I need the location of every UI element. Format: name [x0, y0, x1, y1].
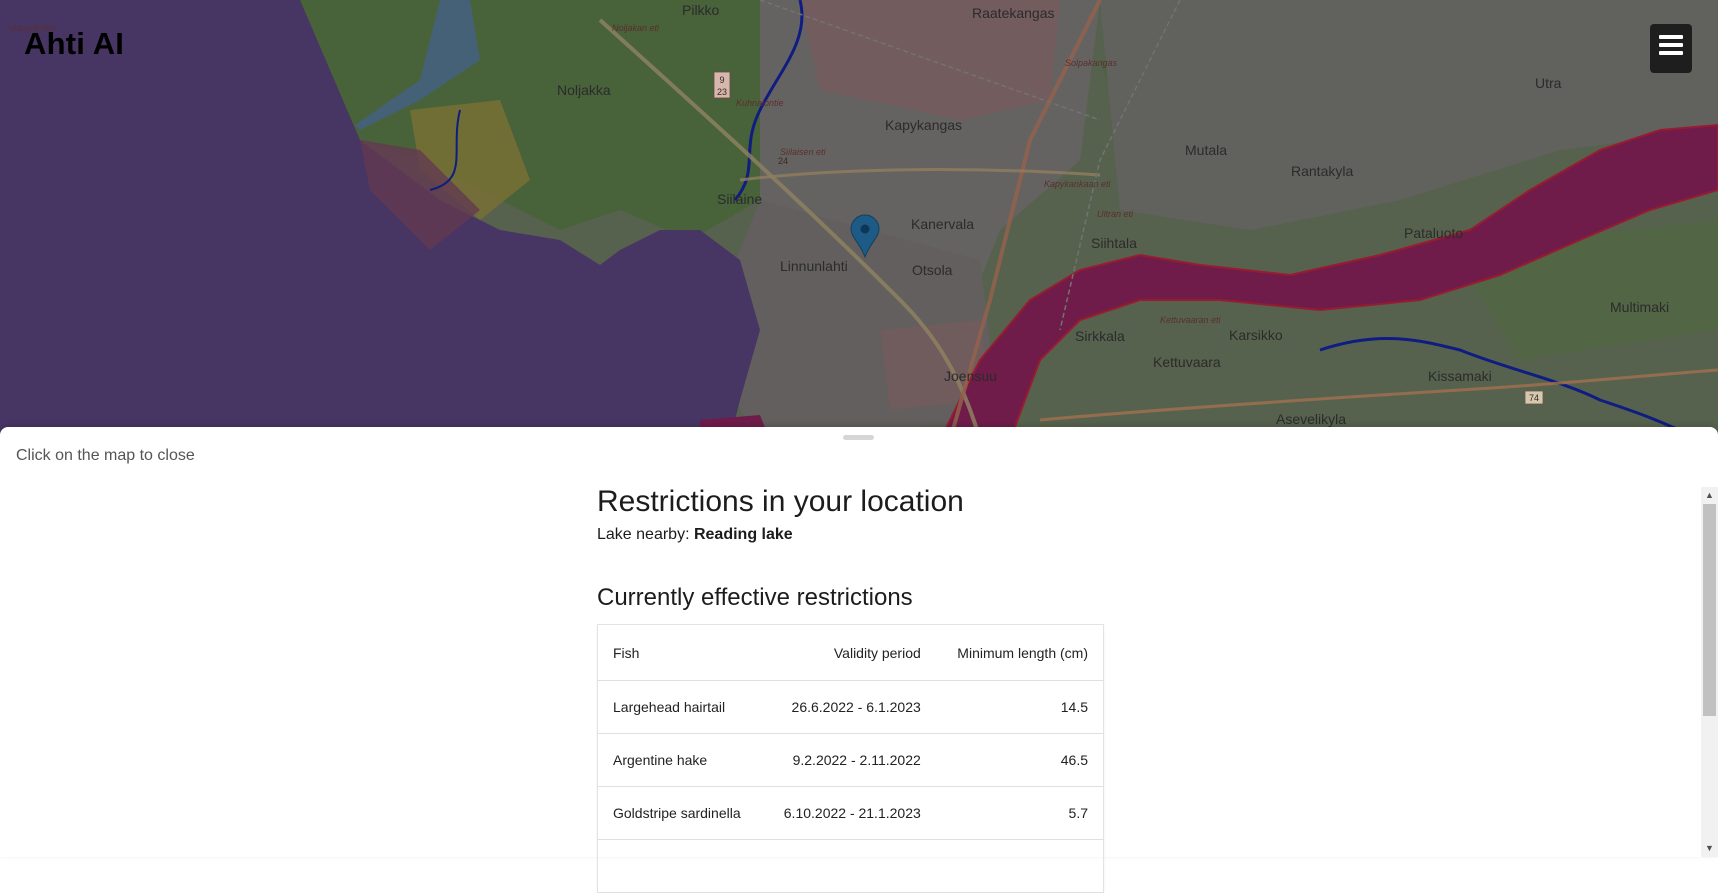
map-label: Mutala — [1185, 142, 1227, 158]
map-view[interactable]: Pilkko Raatekangas Noljakka Kapykangas M… — [0, 0, 1718, 440]
menu-button[interactable] — [1650, 24, 1692, 73]
table-row: Goldstripe sardinella 6.10.2022 - 21.1.2… — [597, 786, 1104, 840]
map-label: Kettuvaara — [1153, 354, 1221, 370]
lake-prefix: Lake nearby: — [597, 526, 690, 543]
svg-text:9: 9 — [719, 75, 724, 85]
min-length-cell: 5.7 — [935, 786, 1104, 840]
map-label: Rantakyla — [1291, 163, 1353, 179]
street-label: Kettuvaaran eti — [1160, 315, 1222, 325]
street-label: Kuhnalontie — [736, 98, 784, 108]
map-label: Noljakka — [557, 82, 611, 98]
map-label: Siilaine — [717, 191, 762, 207]
map-label: Pilkko — [682, 2, 720, 18]
svg-text:23: 23 — [717, 87, 727, 97]
lake-name: Reading lake — [693, 526, 793, 543]
table-row: Argentine hake 9.2.2022 - 2.11.2022 46.5 — [597, 733, 1104, 787]
validity-cell: 6.10.2022 - 21.1.2023 — [762, 786, 936, 840]
map-label: Joensuu — [944, 368, 997, 384]
map-label: Multimaki — [1610, 299, 1669, 315]
map-label: Utra — [1535, 75, 1562, 91]
street-label: Solpakangas — [1065, 58, 1118, 68]
sheet-content: Restrictions in your location Lake nearb… — [597, 485, 1117, 893]
map-label: Linnunlahti — [780, 258, 848, 274]
sheet-heading: Restrictions in your location — [597, 485, 964, 518]
restrictions-subheading: Currently effective restrictions — [597, 584, 913, 611]
app-title: Ahti AI — [24, 26, 125, 61]
column-header-validity: Validity period — [762, 624, 936, 681]
street-label: Noljakan eti — [612, 23, 660, 33]
svg-text:74: 74 — [1529, 393, 1539, 403]
map-tiles[interactable]: Pilkko Raatekangas Noljakka Kapykangas M… — [0, 0, 1718, 440]
validity-cell: 9.2.2022 - 2.11.2022 — [762, 733, 936, 787]
column-header-fish: Fish — [597, 624, 763, 681]
map-label: Asevelikyla — [1276, 411, 1346, 427]
road-shield: 74 — [1524, 390, 1544, 405]
street-label: Ultran eti — [1097, 209, 1134, 219]
fish-cell: Argentine hake — [597, 733, 763, 787]
table-row: Largehead hairtail 26.6.2022 - 6.1.2023 … — [597, 680, 1104, 734]
fish-cell: Goldstripe sardinella — [597, 786, 763, 840]
scrollbar-thumb[interactable] — [1703, 504, 1716, 716]
map-label: Kapykangas — [885, 117, 962, 133]
close-hint: Click on the map to close — [16, 447, 195, 464]
table-header-row: Fish Validity period Minimum length (cm) — [597, 624, 1104, 681]
map-label: Kanervala — [911, 216, 974, 232]
street-label: Kapykankaan eti — [1044, 179, 1112, 189]
map-label: Kissamaki — [1428, 368, 1492, 384]
column-header-min-length: Minimum length (cm) — [935, 624, 1104, 681]
map-label: Pataluoto — [1404, 225, 1463, 241]
validity-cell: 26.6.2022 - 6.1.2023 — [762, 680, 936, 734]
map-label: Raatekangas — [972, 5, 1055, 21]
map-label: Siihtala — [1091, 235, 1137, 251]
scrollbar[interactable]: ▲ ▼ — [1701, 487, 1718, 857]
min-length-cell: 14.5 — [935, 680, 1104, 734]
restrictions-sheet: Click on the map to close Restrictions i… — [0, 427, 1718, 893]
min-length-cell: 46.5 — [935, 733, 1104, 787]
scroll-down-arrow-icon[interactable]: ▼ — [1701, 840, 1718, 857]
sheet-drag-handle[interactable] — [843, 435, 874, 440]
svg-text:24: 24 — [778, 156, 788, 166]
lake-nearby: Lake nearby: Reading lake — [597, 526, 1117, 544]
road-shield: 9 23 — [713, 71, 731, 99]
table-row — [597, 839, 1104, 893]
fish-cell: Largehead hairtail — [597, 680, 763, 734]
scroll-up-arrow-icon[interactable]: ▲ — [1701, 487, 1718, 504]
map-label: Sirkkala — [1075, 328, 1125, 344]
map-label: Otsola — [912, 262, 953, 278]
road-shield: 24 — [778, 156, 788, 166]
map-label: Karsikko — [1229, 327, 1283, 343]
